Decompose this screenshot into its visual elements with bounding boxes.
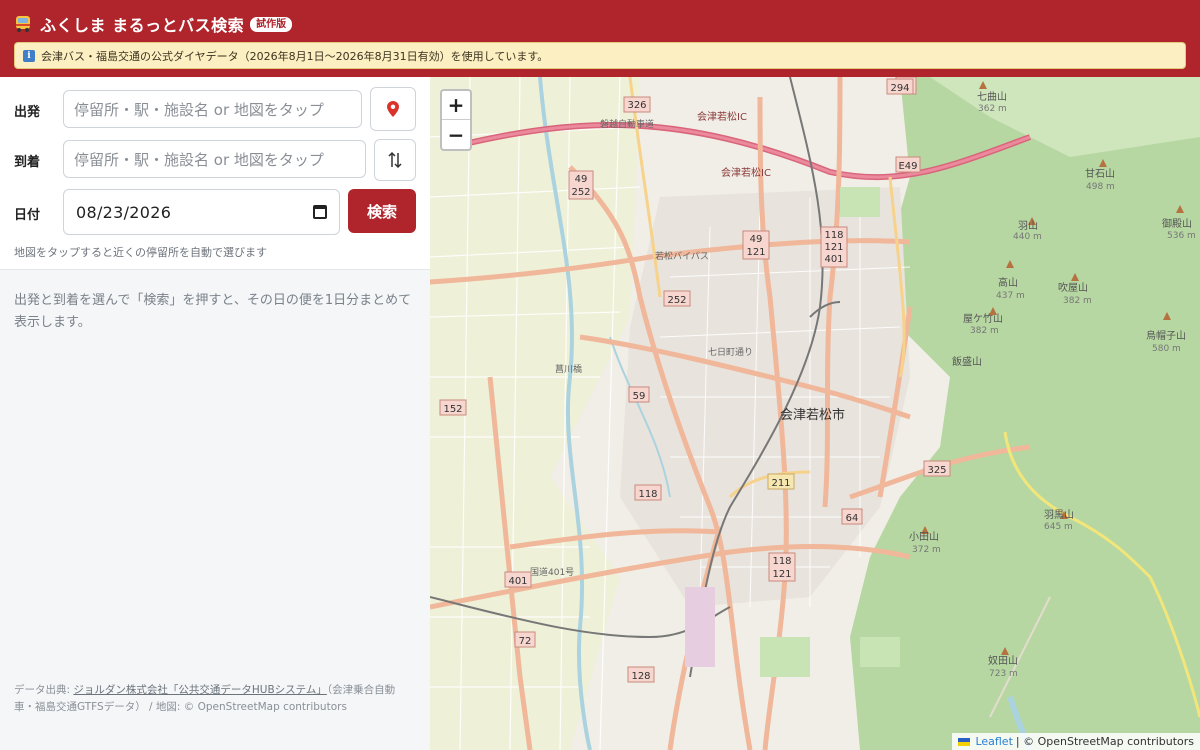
sidebar: 出発 停留所・駅・施設名 or 地図をタップ 到着 停留所・駅・施設名 or 地… (0, 77, 430, 750)
road-shield-401b: 401 (508, 576, 527, 587)
map-label-mt-kanata-h: 723 m (989, 669, 1018, 679)
road-shield-325: 325 (927, 465, 946, 476)
map-label-mt-kotayama-h: 372 m (912, 545, 941, 555)
from-label: 出発 (14, 105, 41, 120)
search-form: 出発 停留所・駅・施設名 or 地図をタップ 到着 停留所・駅・施設名 or 地… (0, 77, 430, 270)
road-shield-118c: 118 (772, 556, 791, 567)
map-label-aizu-ic2: 会津若松IC (721, 166, 771, 179)
map-label-mt-eboshi-h: 580 m (1152, 344, 1181, 354)
current-location-button[interactable] (370, 87, 416, 131)
map-label-mt-hane: 羽山 (1018, 220, 1038, 232)
prototype-badge: 試作版 (250, 16, 293, 32)
road-shield-401a: 401 (824, 254, 843, 265)
road-shield-64: 64 (846, 513, 859, 524)
map-label-mt-takayama: 高山 (998, 276, 1018, 289)
from-input[interactable]: 停留所・駅・施設名 or 地図をタップ (63, 90, 362, 128)
map-label-mt-fukiya-h: 382 m (1063, 296, 1092, 306)
calendar-icon[interactable] (313, 205, 327, 219)
map-label-mt-kanata: 奴田山 (988, 654, 1018, 667)
map-tap-hint: 地図をタップすると近くの停留所を自動で選びます (14, 246, 267, 259)
road-shield-118a: 118 (824, 230, 843, 241)
map-label-aizu-ic: 会津若松IC (697, 110, 747, 123)
map-city-label: 会津若松市 (780, 407, 845, 423)
search-button[interactable]: 検索 (348, 189, 416, 233)
map-label-mt-nanata-h: 362 m (978, 104, 1007, 114)
road-shield-118b: 118 (638, 489, 657, 500)
road-shield-49a: 49 (575, 174, 588, 185)
map-label-mt-iimori: 飯盛山 (952, 355, 982, 368)
jorudan-link[interactable]: ジョルダン株式会社「公共交通データHUBシステム」 (73, 684, 326, 696)
road-shield-252a: 252 (571, 187, 590, 198)
road-shield-e49: E49 (898, 161, 917, 172)
swap-icon (388, 151, 402, 169)
map-attribution: Leaflet | © OpenStreetMap contributors (952, 733, 1200, 750)
road-shield-128: 128 (631, 671, 650, 682)
map-label-mt-yahata-h: 382 m (970, 326, 999, 336)
app-title: ふくしま まるっとバス検索 (40, 16, 245, 35)
map-label-mt-nanata: 七曲山 (977, 91, 1007, 103)
map-label-mt-yahata: 屋ケ竹山 (963, 312, 1003, 325)
info-icon: i (23, 49, 35, 62)
date-label: 日付 (14, 208, 41, 223)
zoom-control: + − (440, 89, 472, 151)
to-input[interactable]: 停留所・駅・施設名 or 地図をタップ (63, 140, 366, 178)
map-label-nanokamachi: 七日町通り (708, 347, 753, 358)
ukraine-flag-icon (958, 737, 971, 746)
data-credit: データ出典: ジョルダン株式会社「公共交通データHUBシステム」（会津乗合自動車… (14, 682, 414, 716)
title-row: ふくしま まるっとバス検索 試作版 (14, 12, 293, 36)
bus-icon (16, 16, 30, 32)
road-shield-59: 59 (633, 391, 646, 402)
osm-attribution: | © OpenStreetMap contributors (1015, 735, 1194, 748)
map-label-ban-etsu: 磐越自動車道 (600, 118, 654, 130)
road-shield-152: 152 (443, 404, 462, 415)
road-shield-49b: 49 (750, 234, 763, 245)
map-pin-icon (387, 101, 399, 117)
zoom-in-button[interactable]: + (442, 91, 470, 120)
road-shield-121c: 121 (772, 569, 791, 580)
leaflet-link[interactable]: Leaflet (975, 735, 1012, 748)
map-label-mt-eboshi: 烏帽子山 (1146, 329, 1186, 342)
map-tiles[interactable]: 七曲山 362 m 甘石山 498 m 羽山 440 m 御殿山 536 m 高… (430, 77, 1200, 750)
zoom-out-button[interactable]: − (442, 120, 470, 149)
map-label-kokudo401: 国道401号 (530, 566, 574, 578)
road-shield-211: 211 (771, 478, 790, 489)
road-shield-121b: 121 (824, 242, 843, 253)
map-label-mt-hakusan: 羽黒山 (1044, 509, 1074, 521)
notice-text: 会津バス・福島交通の公式ダイヤデータ（2026年8月1日〜2026年8月31日有… (41, 49, 549, 63)
map-label-mt-goshiyo-h: 536 m (1167, 231, 1196, 241)
road-shield-326: 326 (627, 100, 646, 111)
map-label-mt-hane-h: 440 m (1013, 232, 1042, 242)
map-label-mt-kotayama: 小田山 (909, 531, 939, 543)
swap-button[interactable] (374, 139, 416, 181)
road-shield-252b: 252 (667, 295, 686, 306)
to-label: 到着 (14, 155, 41, 170)
map-label-mt-hakusan-h: 645 m (1044, 522, 1073, 532)
map-label-mt-fukiya: 吹屋山 (1058, 281, 1088, 294)
road-shield-72: 72 (519, 636, 532, 647)
map-label-kotsubo: 菖川橋 (555, 363, 582, 375)
map-label-mt-goshiyo: 御殿山 (1162, 217, 1192, 230)
credit-prefix: データ出典: (14, 684, 74, 696)
app-header: ふくしま まるっとバス検索 試作版 i 会津バス・福島交通の公式ダイヤデータ（2… (0, 0, 1200, 77)
map-label-mt-amaishi: 甘石山 (1085, 167, 1115, 180)
road-shield-294: 294 (890, 83, 909, 94)
map-view[interactable]: 七曲山 362 m 甘石山 498 m 羽山 440 m 御殿山 536 m 高… (430, 77, 1200, 750)
data-notice: i 会津バス・福島交通の公式ダイヤデータ（2026年8月1日〜2026年8月31… (14, 42, 1186, 69)
date-value: 08/23/2026 (76, 202, 172, 222)
map-label-mt-amaishi-h: 498 m (1086, 182, 1115, 192)
results-empty-message: 出発と到着を選んで「検索」を押すと、その日の便を1日分まとめて表示します。 (14, 293, 412, 330)
road-shield-121a: 121 (746, 247, 765, 258)
date-input[interactable]: 08/23/2026 (63, 189, 340, 235)
map-label-bypass: 若松バイパス (655, 250, 709, 262)
map-label-mt-takayama-h: 437 m (996, 291, 1025, 301)
